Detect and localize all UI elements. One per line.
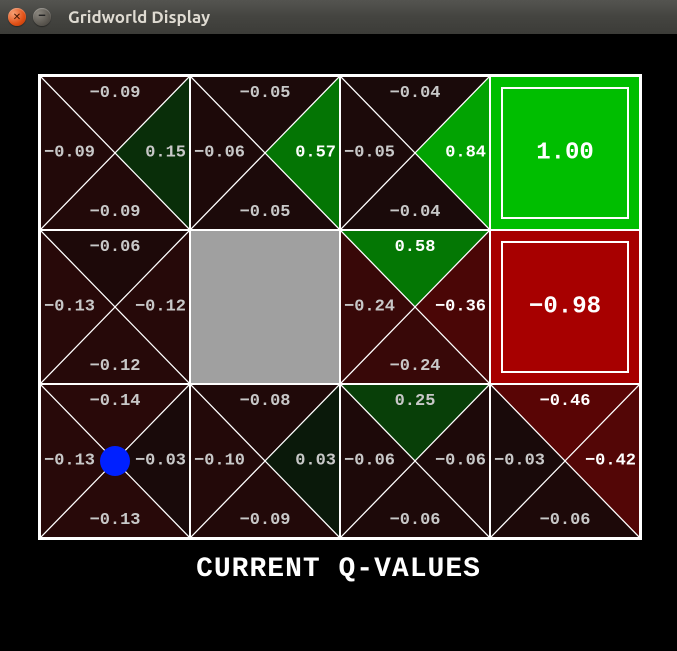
qval-e: −0.42 [585, 452, 636, 471]
qval-s: −0.05 [239, 203, 290, 222]
cell-0-3: 1.00 [490, 76, 640, 230]
agent-dot [100, 446, 130, 476]
qval-e: −0.03 [135, 452, 186, 471]
qval-s: −0.04 [389, 203, 440, 222]
qval-e: 0.84 [445, 144, 486, 163]
qval-n: −0.08 [239, 392, 290, 411]
terminal-value: 1.00 [536, 140, 594, 167]
qval-s: −0.12 [89, 357, 140, 376]
qval-w: −0.09 [44, 144, 95, 163]
qval-e: 0.15 [145, 144, 186, 163]
qval-n: −0.06 [89, 238, 140, 257]
qval-s: −0.06 [389, 511, 440, 530]
qval-w: −0.06 [344, 452, 395, 471]
cell-2-1: −0.08 −0.09 0.03 −0.10 [190, 384, 340, 538]
qval-w: −0.24 [344, 298, 395, 317]
qval-e: −0.36 [435, 298, 486, 317]
cell-1-0: −0.06 −0.12 −0.12 −0.13 [40, 230, 190, 384]
qval-n: −0.46 [539, 392, 590, 411]
qval-s: −0.24 [389, 357, 440, 376]
cell-2-3: −0.46 −0.06 −0.42 −0.03 [490, 384, 640, 538]
cell-1-2: 0.58 −0.24 −0.36 −0.24 [340, 230, 490, 384]
qval-n: −0.04 [389, 84, 440, 103]
qval-n: −0.09 [89, 84, 140, 103]
qval-w: −0.10 [194, 452, 245, 471]
gridworld-canvas: −0.09−0.090.15−0.09−0.05−0.050.57−0.06−0… [0, 34, 677, 651]
grid: −0.09−0.090.15−0.09−0.05−0.050.57−0.06−0… [38, 74, 642, 540]
qval-w: −0.13 [44, 298, 95, 317]
cell-0-0: −0.09 −0.09 0.15 −0.09 [40, 76, 190, 230]
window-titlebar: Gridworld Display [0, 0, 677, 34]
qval-s: −0.09 [89, 203, 140, 222]
qval-n: −0.14 [89, 392, 140, 411]
qval-e: 0.57 [295, 144, 336, 163]
cell-0-1: −0.05 −0.05 0.57 −0.06 [190, 76, 340, 230]
qval-e: −0.06 [435, 452, 486, 471]
footer-label: CURRENT Q-VALUES [0, 554, 677, 585]
qval-w: −0.03 [494, 452, 545, 471]
qval-e: 0.03 [295, 452, 336, 471]
qval-w: −0.06 [194, 144, 245, 163]
qval-s: −0.13 [89, 511, 140, 530]
qval-n: 0.25 [395, 392, 436, 411]
qval-s: −0.09 [239, 511, 290, 530]
close-button[interactable] [8, 8, 26, 26]
qval-w: −0.05 [344, 144, 395, 163]
cell-0-2: −0.04 −0.04 0.84 −0.05 [340, 76, 490, 230]
qval-e: −0.12 [135, 298, 186, 317]
qval-w: −0.13 [44, 452, 95, 471]
qval-s: −0.06 [539, 511, 590, 530]
cell-2-2: 0.25 −0.06 −0.06 −0.06 [340, 384, 490, 538]
terminal-value: −0.98 [529, 294, 601, 321]
qval-n: −0.05 [239, 84, 290, 103]
window-title: Gridworld Display [68, 8, 210, 27]
qval-n: 0.58 [395, 238, 436, 257]
cell-1-1 [190, 230, 340, 384]
cell-1-3: −0.98 [490, 230, 640, 384]
wall [190, 230, 340, 384]
minimize-button[interactable] [33, 8, 51, 26]
